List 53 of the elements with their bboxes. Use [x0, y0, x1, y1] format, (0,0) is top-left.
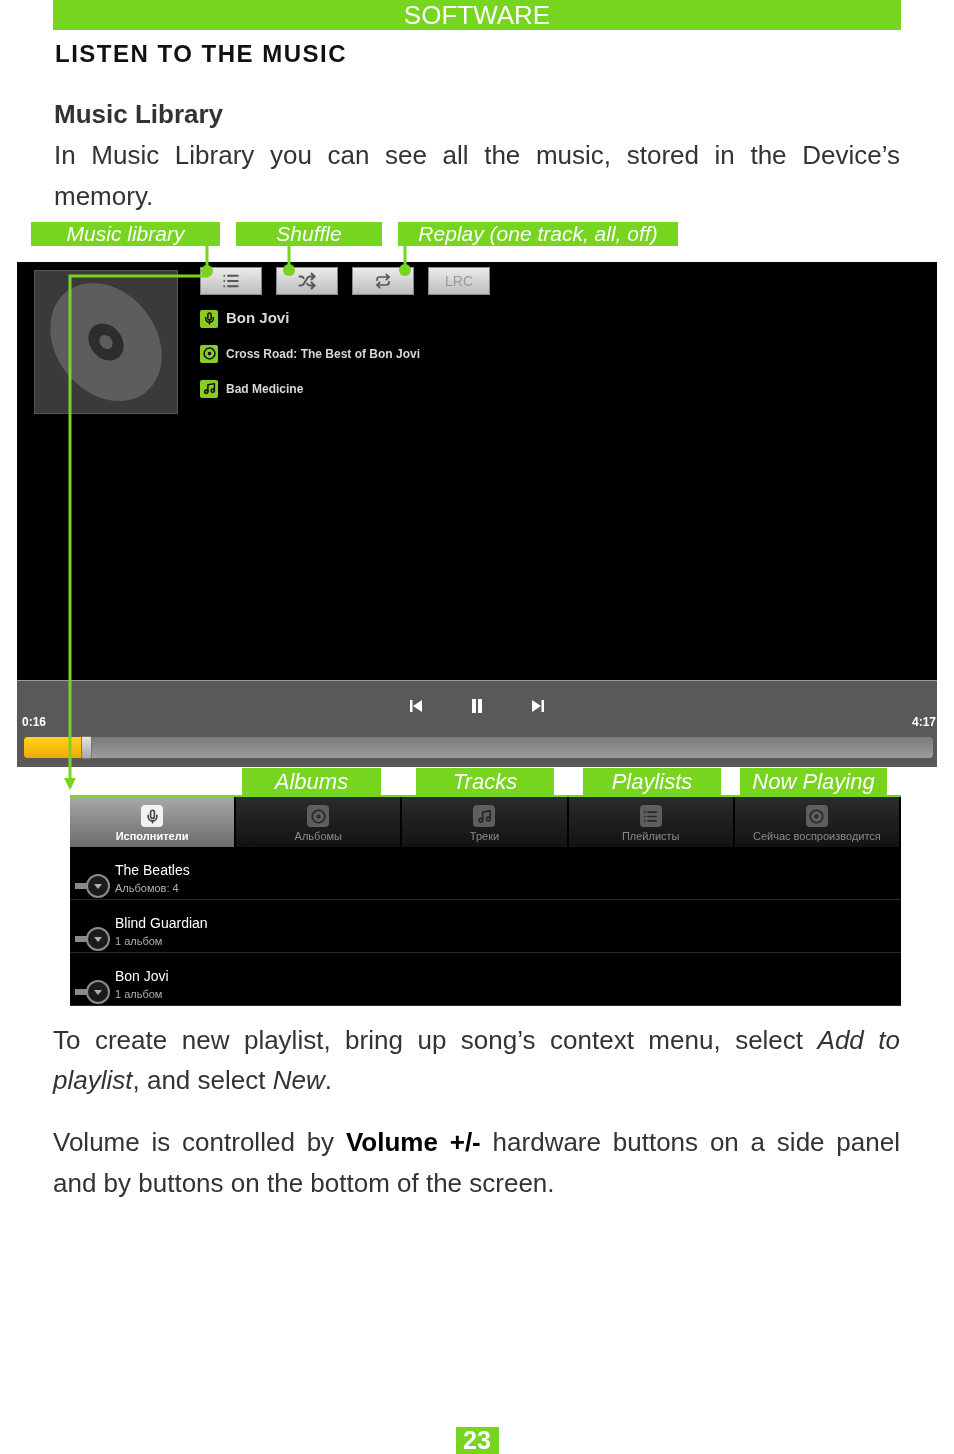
- disc-icon: [47, 280, 165, 404]
- callout-label: Replay (one track, all, off): [398, 222, 678, 246]
- artist-name: Bon Jovi: [115, 967, 169, 985]
- track-title: Bad Medicine: [226, 380, 304, 398]
- tab[interactable]: Сейчас воспроизводится: [734, 797, 901, 847]
- dropdown-icon[interactable]: [75, 874, 111, 898]
- dropdown-icon[interactable]: [75, 927, 111, 951]
- album-title: Cross Road: The Best of Bon Jovi: [226, 345, 421, 363]
- list-icon: [639, 805, 662, 827]
- music-note-icon: [473, 805, 496, 827]
- shuffle-icon: [298, 272, 316, 290]
- artist-name: The Beatles: [115, 861, 190, 879]
- body-paragraph: To create new playlist, bring up song’s context menu, select Add to playlist, and select New.: [53, 1024, 900, 1097]
- callout-label: Albums: [242, 768, 381, 795]
- tab[interactable]: Плейлисты: [568, 797, 735, 847]
- disc-icon: [200, 344, 218, 363]
- leader-line: [399, 246, 411, 276]
- leader-line: [283, 246, 295, 276]
- music-note-icon: [200, 379, 218, 398]
- microphone-icon: [141, 805, 164, 827]
- microphone-icon: [200, 309, 218, 328]
- intro-paragraph: In Music Library you can see all the music, stored in the Device’s memory.: [54, 139, 900, 213]
- callout-label: Playlists: [583, 768, 721, 795]
- progress-track[interactable]: [24, 737, 933, 758]
- callout-label: Now Playing: [740, 768, 887, 795]
- page-number: 23: [455, 1427, 499, 1454]
- repeat-icon: [375, 273, 391, 289]
- total-time: 4:17: [911, 715, 936, 729]
- callout-label: Music library: [31, 222, 220, 246]
- artist-name: Bon Jovi: [226, 308, 290, 329]
- artist-name: Blind Guardian: [115, 914, 208, 932]
- tab[interactable]: Треки: [402, 797, 569, 847]
- section-header: SOFTWARE: [53, 0, 901, 30]
- repeat-button[interactable]: [352, 267, 414, 295]
- album-count: 1 альбом: [115, 934, 164, 948]
- shuffle-button[interactable]: [276, 267, 338, 295]
- callout-label: Shuffle: [236, 222, 382, 246]
- callout-label: Tracks: [416, 768, 554, 795]
- dropdown-icon[interactable]: [75, 980, 111, 1004]
- elapsed-time: 0:16: [22, 715, 47, 729]
- slider-thumb[interactable]: [80, 736, 92, 759]
- skip-forward-icon[interactable]: [532, 699, 544, 713]
- list-button[interactable]: [200, 267, 262, 295]
- album-count: 1 альбом: [115, 987, 164, 1001]
- page-title: LISTEN TO THE MUSIC: [55, 39, 348, 69]
- tab[interactable]: Исполнители: [70, 797, 237, 847]
- pause-icon[interactable]: [471, 699, 483, 713]
- skip-back-icon[interactable]: [410, 699, 422, 713]
- list-icon: [222, 272, 240, 290]
- tab[interactable]: Альбомы: [236, 797, 403, 847]
- section-heading: Music Library: [54, 98, 224, 130]
- body-paragraph: Volume is controlled by Volume +/- hardware buttons on a side panel and by buttons on the bottom of the screen.: [53, 1126, 900, 1200]
- album-count: Альбомов: 4: [115, 881, 180, 895]
